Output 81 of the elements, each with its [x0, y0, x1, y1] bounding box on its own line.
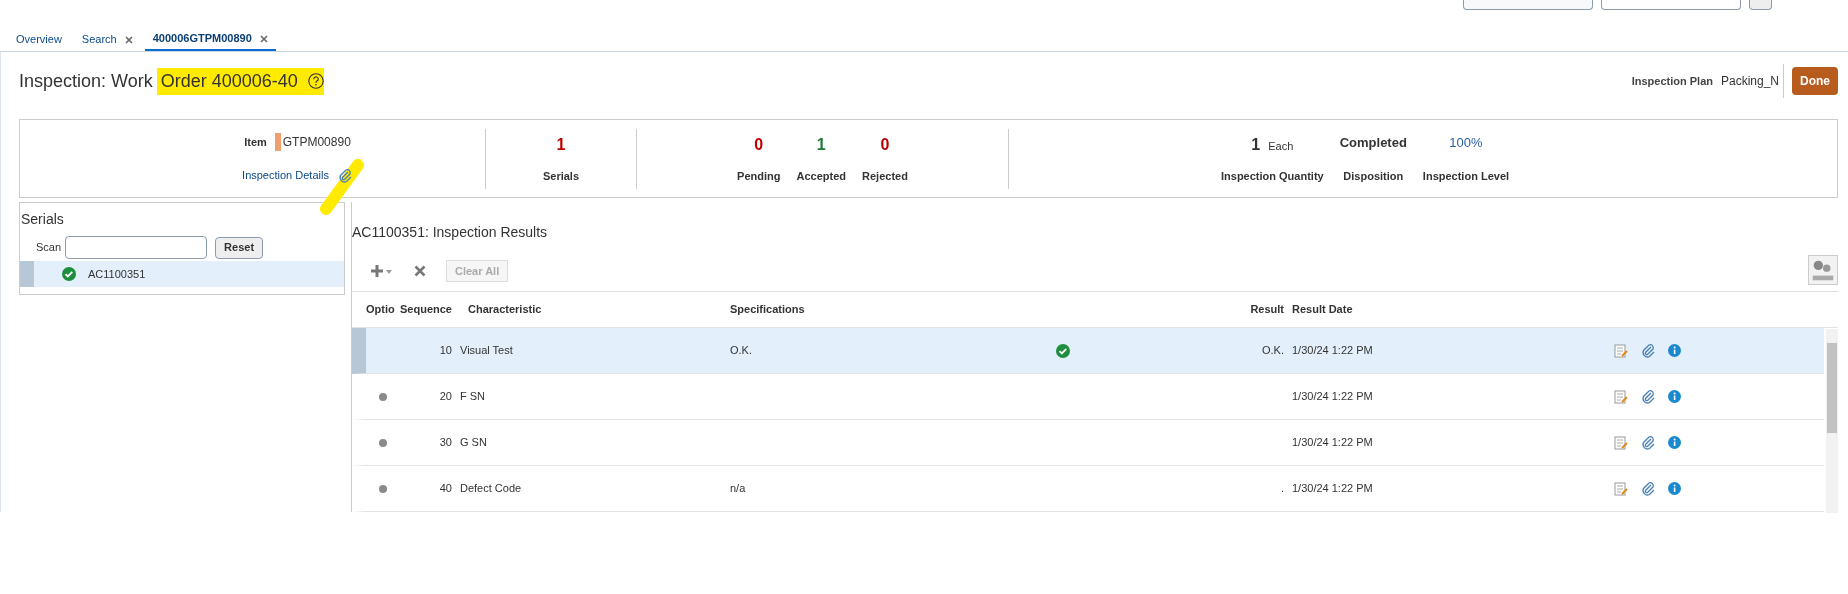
scrollbar[interactable]: [1826, 329, 1838, 513]
count-label: Pending: [737, 169, 781, 184]
highlighted-title: Order 400006-40: [156, 67, 324, 95]
edit-icon[interactable]: [1614, 389, 1628, 404]
specifications-cell-text: O.K.: [730, 343, 753, 359]
table-row[interactable]: 20 F SN 1/30/24 1:22 PM: [352, 374, 1824, 420]
column-header: Result: [1249, 302, 1284, 318]
plan-label: Inspection Plan: [1631, 73, 1713, 89]
column-header: Optio: [366, 302, 396, 318]
page-title: Inspection: Work: [19, 69, 153, 93]
add-icon[interactable]: [370, 264, 394, 278]
close-icon[interactable]: [259, 34, 268, 43]
quantity-label: Inspection Quantity: [1221, 169, 1324, 184]
delete-icon[interactable]: [414, 265, 426, 277]
sequence-cell-text: 20: [438, 389, 452, 405]
help-icon[interactable]: [307, 73, 324, 89]
edit-icon[interactable]: [1614, 343, 1628, 358]
table-row[interactable]: 10 Visual Test O.K. O.K. 1/30/24 1:22 PM: [352, 328, 1824, 374]
level-value: 100%: [1449, 133, 1483, 152]
paperclip-icon[interactable]: [1640, 342, 1656, 359]
paperclip-icon[interactable]: [336, 167, 353, 184]
serial-row[interactable]: AC1100351: [20, 261, 344, 287]
tab[interactable]: Search: [73, 28, 141, 51]
count-value: 0: [880, 134, 890, 155]
characteristic-cell-text: Visual Test: [459, 343, 514, 359]
plan-value: Packing_N: [1720, 64, 1784, 98]
disposition-value: Completed: [1339, 133, 1407, 152]
paperclip-icon[interactable]: [1640, 434, 1656, 451]
tab[interactable]: Overview: [8, 28, 70, 51]
info-icon[interactable]: [1668, 390, 1681, 403]
count-label: Accepted: [796, 169, 847, 184]
characteristic-cell-text: G SN: [459, 435, 488, 451]
sequence-cell-text: 10: [438, 343, 452, 359]
reset-button[interactable]: Reset: [215, 236, 264, 259]
quantity-value: 1: [1251, 134, 1261, 155]
paperclip-icon[interactable]: [1640, 388, 1656, 405]
search-field[interactable]: [1601, 0, 1741, 10]
edit-icon[interactable]: [1614, 481, 1628, 496]
level-label: Inspection Level: [1422, 169, 1510, 184]
count-label: Rejected: [862, 169, 908, 184]
serials-count: 1: [556, 134, 566, 155]
column-header: Characteristic: [467, 302, 543, 318]
characteristic-cell-text: F SN: [459, 389, 487, 405]
scan-label: Scan: [36, 240, 62, 256]
inspection-details-link[interactable]: Inspection Details: [242, 167, 329, 184]
uom-value: Each: [1268, 138, 1294, 154]
info-icon[interactable]: [1668, 344, 1681, 357]
specifications-cell-text: n/a: [730, 481, 747, 497]
column-header: Sequence: [400, 302, 453, 318]
info-icon[interactable]: [1668, 482, 1681, 495]
item-value: GTPM00890: [274, 133, 351, 152]
characteristic-cell-text: Defect Code: [459, 481, 523, 497]
serials-label: Serials: [542, 169, 580, 184]
sequence-cell-text: 40: [438, 481, 452, 497]
column-header: Result Date: [1291, 302, 1353, 318]
scan-field[interactable]: [65, 236, 208, 259]
column-header: Specifications: [730, 302, 806, 318]
serials-title: Serials: [20, 210, 65, 229]
search-button[interactable]: [1749, 0, 1772, 10]
result-date-cell-text: 1/30/24 1:22 PM: [1291, 481, 1374, 497]
disposition-label: Disposition: [1343, 169, 1404, 184]
count-value: 0: [754, 134, 764, 155]
done-button[interactable]: Done: [1792, 67, 1838, 95]
tab[interactable]: 400006GTPM00890: [144, 28, 276, 51]
result-date-cell-text: 1/30/24 1:22 PM: [1291, 389, 1374, 405]
count-value: 1: [816, 134, 826, 155]
serial-number: AC1100351: [88, 266, 146, 282]
search-type-field[interactable]: [1463, 0, 1593, 10]
paperclip-icon[interactable]: [1640, 480, 1656, 497]
result-date-cell-text: 1/30/24 1:22 PM: [1291, 435, 1374, 451]
result-cell-text: .: [1279, 481, 1284, 497]
result-cell-text: O.K.: [1261, 343, 1284, 359]
result-date-cell-text: 1/30/24 1:22 PM: [1291, 343, 1374, 359]
close-icon[interactable]: [124, 35, 133, 44]
table-row[interactable]: 40 Defect Code n/a . 1/30/24 1:22 PM: [352, 466, 1824, 512]
results-title: AC1100351: Inspection Results: [352, 223, 549, 242]
sequence-cell-text: 30: [438, 435, 452, 451]
table-row[interactable]: 30 G SN 1/30/24 1:22 PM: [352, 420, 1824, 466]
item-label: Item: [244, 135, 267, 150]
info-icon[interactable]: [1668, 436, 1681, 449]
edit-icon[interactable]: [1614, 435, 1628, 450]
